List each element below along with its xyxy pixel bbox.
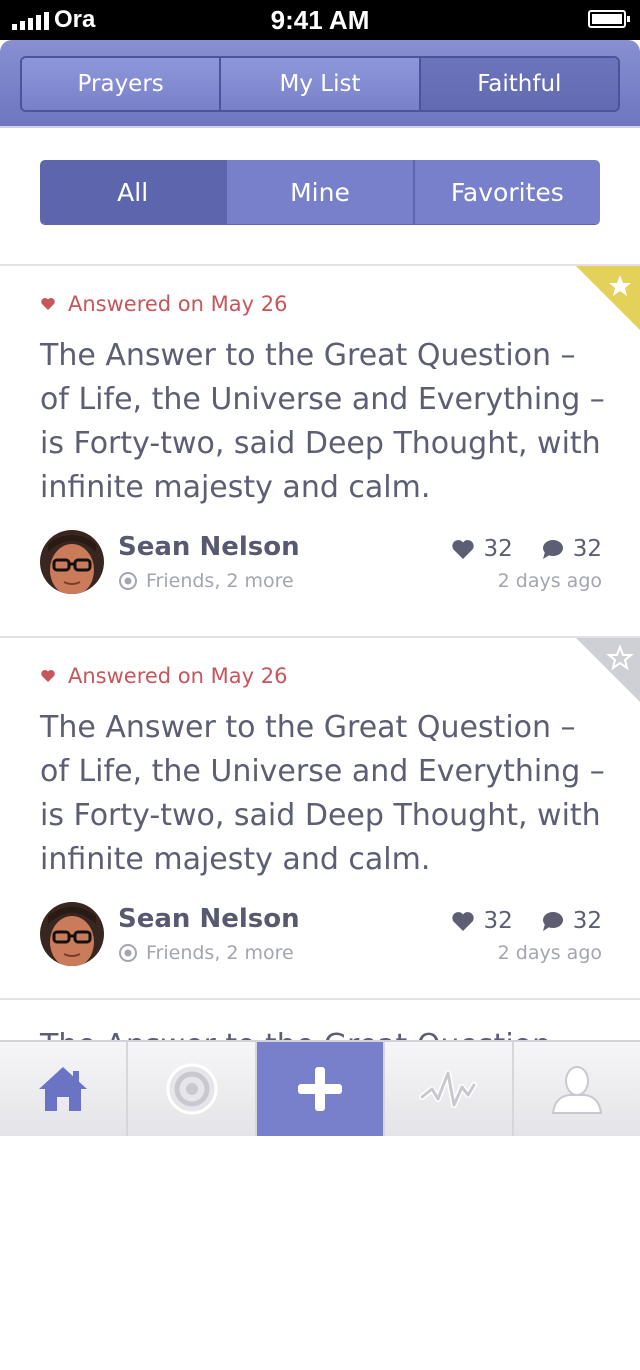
tab-prayers[interactable]: Prayers: [22, 58, 222, 110]
favorite-star-icon[interactable]: [576, 266, 640, 330]
like-heart-icon[interactable]: [451, 910, 475, 932]
plus-icon: [298, 1067, 343, 1111]
filter-control: All Mine Favorites: [40, 160, 600, 224]
status-bar: Ora 9:41 AM: [0, 0, 640, 40]
tab-faithful[interactable]: Faithful: [420, 58, 618, 110]
audience-label: Friends, 2 more: [146, 570, 294, 592]
avatar[interactable]: [40, 530, 104, 594]
tab-circles[interactable]: [128, 1042, 257, 1136]
tab-new-prayer[interactable]: [256, 1042, 386, 1136]
heart-icon: [41, 298, 55, 310]
like-count: 32: [483, 536, 513, 562]
main-tabs: Prayers My List Faithful: [20, 56, 620, 112]
answered-status: Answered on May 26: [40, 664, 287, 688]
audience: Friends, 2 more: [118, 942, 294, 964]
home-icon: [39, 1067, 88, 1111]
audience: Friends, 2 more: [118, 570, 294, 592]
answered-label: Answered on May 26: [68, 292, 288, 316]
card-stats: 32 32: [451, 908, 602, 934]
tab-bar: [0, 1040, 640, 1136]
filter-favorites[interactable]: Favorites: [414, 160, 600, 224]
tab-profile[interactable]: [514, 1042, 640, 1136]
profile-icon: [551, 1066, 602, 1114]
like-count: 32: [483, 908, 513, 934]
audience-label: Friends, 2 more: [146, 942, 294, 964]
audience-icon: [119, 944, 137, 962]
answered-label: Answered on May 26: [68, 664, 288, 688]
battery-icon: [588, 10, 630, 28]
timestamp: 2 days ago: [497, 570, 602, 592]
comment-icon[interactable]: [541, 538, 565, 560]
prayer-card[interactable]: Answered on May 26 The Answer to the Gre…: [0, 636, 640, 1008]
audience-icon: [119, 572, 137, 590]
avatar[interactable]: [40, 902, 104, 966]
filter-mine[interactable]: Mine: [227, 160, 415, 224]
heart-icon: [41, 670, 55, 682]
target-icon: [166, 1063, 218, 1115]
clock: 9:41 AM: [270, 5, 370, 35]
timestamp: 2 days ago: [497, 942, 602, 964]
tab-activity[interactable]: [385, 1042, 514, 1136]
comment-icon[interactable]: [541, 910, 565, 932]
prayer-text: The Answer to the Great Question – of Li…: [40, 710, 605, 877]
comment-count: 32: [572, 908, 602, 934]
tab-home[interactable]: [0, 1042, 129, 1136]
card-stats: 32 32: [451, 536, 602, 562]
prayer-card[interactable]: Answered on May 26 The Answer to the Gre…: [0, 264, 640, 636]
prayer-text: The Answer to the Great Question – of Li…: [40, 338, 605, 505]
like-heart-icon[interactable]: [451, 538, 475, 560]
author-name[interactable]: Sean Nelson: [118, 904, 300, 934]
comment-count: 32: [572, 536, 602, 562]
header: Prayers My List Faithful: [0, 40, 640, 128]
filter-all[interactable]: All: [40, 160, 228, 224]
star-outline-icon[interactable]: [576, 638, 640, 702]
author-name[interactable]: Sean Nelson: [118, 532, 300, 562]
activity-icon: [419, 1070, 478, 1108]
tab-my-list[interactable]: My List: [221, 58, 421, 110]
answered-status: Answered on May 26: [40, 292, 287, 316]
